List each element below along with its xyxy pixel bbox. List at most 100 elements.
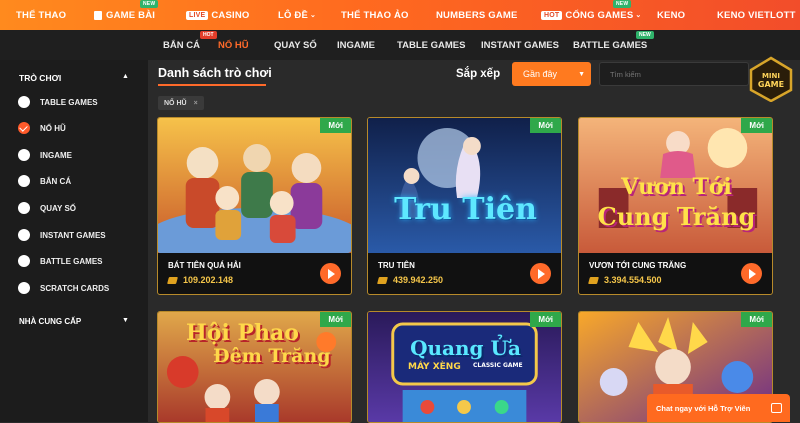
nav-keno[interactable]: KENO xyxy=(657,0,685,30)
tab-label: BATTLE GAMES xyxy=(573,39,648,51)
jackpot-value: 439.942.250 xyxy=(393,275,444,285)
provider-heading[interactable]: NHÀ CUNG CẤP xyxy=(19,317,81,326)
play-button[interactable] xyxy=(741,263,762,284)
sort-label: Sắp xếp xyxy=(456,68,501,80)
sidebar-item-label: QUAY SỐ xyxy=(40,203,77,213)
tab-label: INGAME xyxy=(337,39,375,51)
chat-support-button[interactable]: Chat ngay với Hỗ Trợ Viên xyxy=(647,394,790,422)
chevron-down-icon[interactable]: ▼ xyxy=(122,317,129,324)
nav-label: LÔ ĐỀ xyxy=(278,9,309,21)
sidebar-item-instant-games[interactable]: INSTANT GAMES xyxy=(18,228,106,242)
sidebar-item-quay-so[interactable]: QUAY SỐ xyxy=(18,201,76,215)
tab-label: QUAY SỐ xyxy=(274,39,317,51)
radio-icon xyxy=(18,282,30,294)
sidebar-item-ingame[interactable]: INGAME xyxy=(18,148,72,162)
new-tag: Mới xyxy=(530,312,561,327)
nav-the-thao-ao[interactable]: THỂ THAO ẢO xyxy=(341,0,409,30)
game-name: BÁT TIÊN QUÁ HẢI xyxy=(168,261,241,270)
close-icon[interactable]: × xyxy=(194,100,198,107)
radio-icon xyxy=(18,202,30,214)
tab-table-games[interactable]: TABLE GAMES xyxy=(397,30,465,60)
sidebar-heading: TRÒ CHƠI xyxy=(19,73,62,83)
game-card-hoi-phao[interactable]: Hội Phao Đêm Trăng Mới xyxy=(157,311,352,423)
game-logo-line2: Đêm Trăng xyxy=(213,345,331,367)
sidebar-item-scratch-cards[interactable]: SCRATCH CARDS xyxy=(18,281,109,295)
chevron-up-icon[interactable]: ▲ xyxy=(122,73,129,80)
sort-value: Gần đây xyxy=(523,69,558,79)
nav-cong-games[interactable]: HOT CỔNG GAMES ⌄ NEW xyxy=(541,0,641,30)
sidebar-item-label: NỔ HŨ xyxy=(40,123,66,133)
tab-ingame[interactable]: INGAME xyxy=(337,30,375,60)
coin-icon xyxy=(167,276,178,284)
game-logo-line2: Cung Trăng xyxy=(597,202,756,231)
game-card-tru-tien[interactable]: Tru Tiên Mới TRU TIÊN 439.942.250 xyxy=(367,117,562,295)
game-logo-line2: MÁY XÈNG xyxy=(408,362,461,372)
coin-icon xyxy=(588,276,599,284)
new-tag: Mới xyxy=(320,118,351,133)
mini-game-icon: MINI GAME xyxy=(749,56,793,103)
tab-quay-so[interactable]: QUAY SỐ xyxy=(274,30,317,60)
title-underline xyxy=(158,84,266,86)
sub-nav: BẮN CÁ NỔ HŨ HOT QUAY SỐ INGAME TABLE GA… xyxy=(0,30,800,60)
nav-casino[interactable]: LIVE CASINO xyxy=(186,0,250,30)
jackpot-amount: 109.202.148 xyxy=(167,275,233,285)
nav-label: KENO xyxy=(657,9,686,21)
radio-icon xyxy=(18,96,30,108)
nav-label: GAME BÀI xyxy=(106,9,156,21)
tab-instant-games[interactable]: INSTANT GAMES xyxy=(481,30,559,60)
sidebar-item-label: SCRATCH CARDS xyxy=(40,283,110,293)
svg-text:MINI: MINI xyxy=(762,72,780,80)
game-card-bat-tien[interactable]: Mới BÁT TIÊN QUÁ HẢI 109.202.148 xyxy=(157,117,352,295)
nav-keno-vietlott[interactable]: KENO VIETLOTT xyxy=(717,0,796,30)
nav-label: KENO VIETLOTT xyxy=(717,9,796,21)
page-title: Danh sách trò chơi xyxy=(158,66,272,80)
caret-down-icon: ▼ xyxy=(578,70,585,78)
radio-icon xyxy=(18,175,30,187)
nav-game-bai[interactable]: GAME BÀI NEW xyxy=(94,0,159,30)
filter-chip-label: NỔ HŨ xyxy=(164,99,187,107)
sidebar-item-label: BẮN CÁ xyxy=(40,176,72,186)
chevron-down-icon: ⌄ xyxy=(310,12,317,19)
nav-label: THỂ THAO ẢO xyxy=(341,9,409,21)
nav-numbers-game[interactable]: NUMBERS GAME xyxy=(436,0,518,30)
game-thumbnail xyxy=(158,118,351,253)
game-logo-line1: Quang Ửa xyxy=(410,336,521,360)
game-name: TRU TIÊN xyxy=(378,261,415,270)
hot-badge: HOT xyxy=(541,10,563,20)
jackpot-amount: 3.394.554.500 xyxy=(588,275,662,285)
sidebar-item-label: INGAME xyxy=(40,150,72,160)
game-logo-line1: Hội Phao xyxy=(186,320,299,346)
game-thumbnail xyxy=(368,312,561,422)
sidebar-item-battle-games[interactable]: BATTLE GAMES xyxy=(18,254,103,268)
sidebar: TRÒ CHƠI ▲ TABLE GAMES NỔ HŨ INGAME BẮN … xyxy=(0,60,148,422)
tab-label: TABLE GAMES xyxy=(397,39,466,51)
nav-the-thao[interactable]: THỂ THAO xyxy=(16,0,66,30)
sort-select[interactable]: Gần đây ▼ xyxy=(512,62,591,86)
game-card-vuon-toi-cung-trang[interactable]: Vươn Tới Cung Trăng Mới VƯƠN TỚI CUNG TR… xyxy=(578,117,773,295)
radio-icon xyxy=(18,255,30,267)
play-button[interactable] xyxy=(320,263,341,284)
new-tag: Mới xyxy=(320,312,351,327)
sidebar-item-ban-ca[interactable]: BẮN CÁ xyxy=(18,174,71,188)
new-badge: NEW xyxy=(140,0,159,8)
tab-label: BẮN CÁ xyxy=(163,39,200,51)
tab-battle-games[interactable]: BATTLE GAMES NEW xyxy=(573,30,654,60)
nav-label: NUMBERS GAME xyxy=(436,9,518,21)
sidebar-item-no-hu[interactable]: NỔ HŨ xyxy=(18,121,66,135)
search-input[interactable] xyxy=(599,62,749,86)
tab-ban-ca[interactable]: BẮN CÁ xyxy=(163,30,200,60)
nav-lo-de[interactable]: LÔ ĐỀ ⌄ xyxy=(278,0,316,30)
chevron-down-icon: ⌄ xyxy=(635,12,642,19)
top-nav: THỂ THAO GAME BÀI NEW LIVE CASINO LÔ ĐỀ ⌄… xyxy=(0,0,800,30)
coin-icon xyxy=(377,276,388,284)
game-logo-line1: Vươn Tới xyxy=(621,174,732,200)
nav-label: CASINO xyxy=(211,9,250,21)
mini-game-button[interactable]: MINI GAME xyxy=(748,56,794,103)
game-card-quang-ua[interactable]: Quang Ửa MÁY XÈNG CLASSIC GAME Mới xyxy=(367,311,562,423)
play-button[interactable] xyxy=(530,263,551,284)
game-name: VƯƠN TỚI CUNG TRĂNG xyxy=(589,261,687,270)
svg-text:GAME: GAME xyxy=(758,80,784,89)
sidebar-item-table-games[interactable]: TABLE GAMES xyxy=(18,95,98,109)
tab-no-hu[interactable]: NỔ HŨ HOT xyxy=(200,30,249,60)
cards-icon xyxy=(94,10,102,20)
